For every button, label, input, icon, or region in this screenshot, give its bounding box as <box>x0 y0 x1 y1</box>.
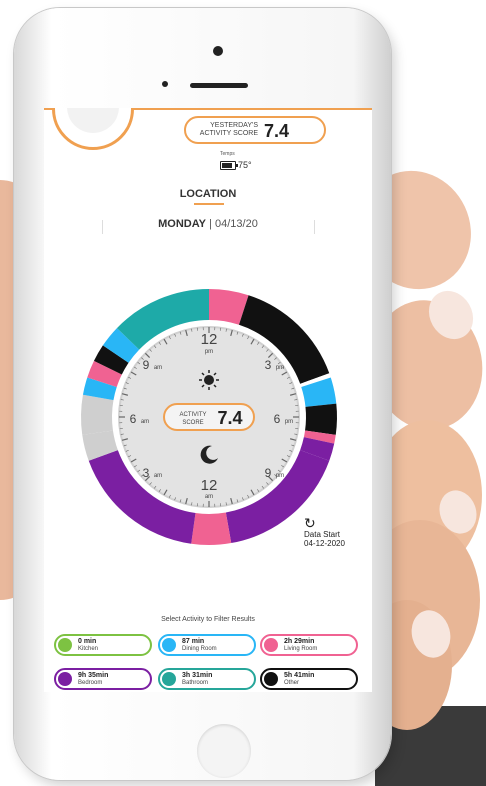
sun-icon <box>199 370 219 390</box>
score-label-line1: ACTIVITY <box>179 412 206 418</box>
location-underline <box>194 203 224 205</box>
filter-label: Select Activity to Filter Results <box>161 616 255 623</box>
date-value: 04/13/20 <box>215 218 258 230</box>
activity-dial[interactable]: 12 pm 9 am 3 pm 6 am 6 pm 3 am 9 pm 12 a… <box>78 286 340 548</box>
chip-location-name: Kitchen <box>78 646 99 652</box>
ring-segment[interactable] <box>81 394 114 435</box>
ring-segment[interactable] <box>305 403 337 435</box>
location-icon <box>58 638 72 652</box>
chip-location-name: Living Room <box>284 646 318 652</box>
temp-row: 75° <box>220 160 252 170</box>
location-title[interactable]: LOCATION <box>44 188 372 200</box>
yesterday-label-line2: ACTIVITY SCORE <box>199 130 258 137</box>
filter-chip-kitchen[interactable]: 0 min Kitchen <box>54 634 152 656</box>
location-icon <box>264 638 278 652</box>
profile-avatar[interactable] <box>52 108 134 150</box>
camera <box>213 46 223 56</box>
location-icon <box>162 672 176 686</box>
filter-chip-living-room[interactable]: 2h 29min Living Room <box>260 634 358 656</box>
label-12pm-sub: pm <box>205 349 213 355</box>
label-3am: 3 <box>143 466 150 480</box>
filter-chip-other[interactable]: 5h 41min Other <box>260 668 358 690</box>
location-icon <box>264 672 278 686</box>
yesterday-score-value: 7.4 <box>264 121 290 141</box>
chip-location-name: Dining Room <box>182 646 217 652</box>
label-6pm: 6 <box>274 412 281 426</box>
filter-chip-bedroom[interactable]: 9h 35min Bedroom <box>54 668 152 690</box>
yesterday-label-line1: YESTERDAY'S <box>210 122 258 129</box>
location-icon <box>58 672 72 686</box>
label-6am-sub: am <box>141 419 149 425</box>
chip-location-name: Bedroom <box>78 680 103 686</box>
label-9pm: 9 <box>265 466 272 480</box>
label-12am-sub: am <box>205 494 213 500</box>
label-6pm-sub: pm <box>285 419 293 425</box>
label-6am: 6 <box>130 412 137 426</box>
label-3am-sub: am <box>154 473 162 479</box>
sensor-dot <box>162 81 168 87</box>
data-start[interactable]: ↻ Data Start 04-12-2020 <box>304 516 372 548</box>
label-9am: 9 <box>143 358 150 372</box>
temp-label: Temps <box>220 151 235 157</box>
label-3pm-sub: pm <box>276 365 284 371</box>
label-12pm: 12 <box>201 331 218 348</box>
data-start-date: 04-12-2020 <box>304 539 345 548</box>
next-day-arrow[interactable] <box>314 220 315 234</box>
location-icon <box>162 638 176 652</box>
temp-value: 75° <box>238 160 252 170</box>
label-3pm: 3 <box>265 358 272 372</box>
battery-icon <box>220 160 238 170</box>
chip-location-name: Other <box>284 680 300 686</box>
data-start-label: Data Start <box>304 530 341 539</box>
filter-chip-dining-room[interactable]: 87 min Dining Room <box>158 634 256 656</box>
day-name: MONDAY <box>158 218 207 230</box>
history-icon: ↻ <box>304 515 316 531</box>
speaker-grille <box>190 83 248 88</box>
yesterday-score-badge[interactable]: YESTERDAY'S ACTIVITY SCORE 7.4 <box>184 116 326 144</box>
app-screen: YESTERDAY'S ACTIVITY SCORE 7.4 Temps 75°… <box>44 108 372 692</box>
home-button[interactable] <box>197 724 251 778</box>
ring-segment[interactable] <box>191 512 232 545</box>
label-9am-sub: am <box>154 365 162 371</box>
activity-score-value: 7.4 <box>217 408 242 428</box>
filter-chip-bathroom[interactable]: 3h 31min Bathroom <box>158 668 256 690</box>
label-12am: 12 <box>201 477 218 494</box>
score-label-line2: SCORE <box>182 420 203 426</box>
date-row: MONDAY | 04/13/20 <box>158 218 258 230</box>
label-9pm-sub: pm <box>276 473 284 479</box>
chip-location-name: Bathroom <box>182 680 209 686</box>
